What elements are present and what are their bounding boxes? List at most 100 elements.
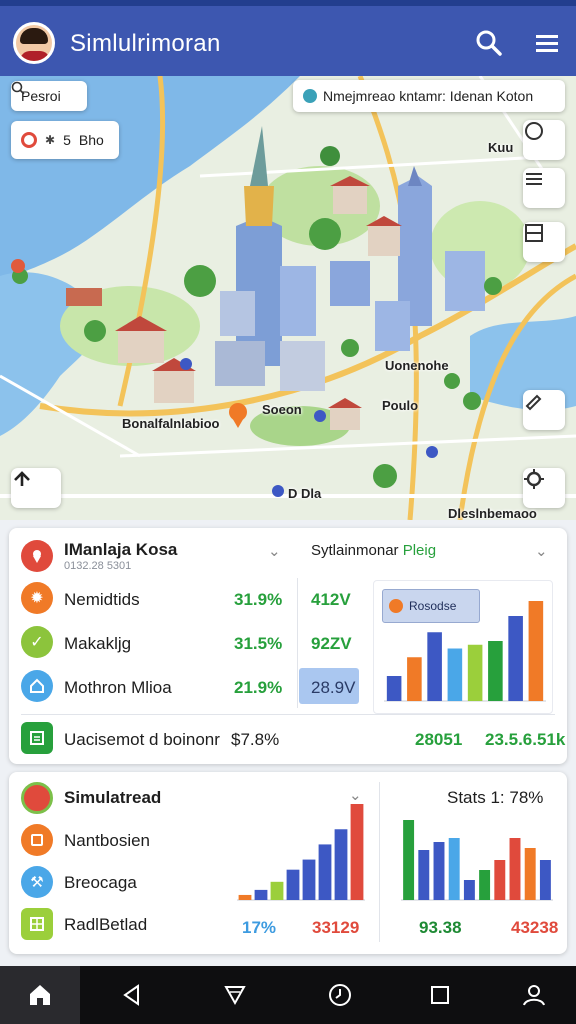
row1-val: 412V: [311, 590, 351, 609]
p2-value-3: 93.38: [419, 918, 462, 937]
search-icon[interactable]: [474, 28, 504, 58]
pencil-icon: [525, 394, 542, 411]
chart-bar: [488, 641, 503, 701]
filter-label: Bho: [78, 132, 104, 148]
nav-filter[interactable]: [195, 966, 275, 1024]
search-chip-label: Pesroi: [21, 88, 61, 104]
home-icon: [30, 985, 50, 1005]
map-draw-button[interactable]: [523, 390, 565, 430]
p2-value-2: 33129: [312, 918, 360, 937]
chart-bar: [254, 889, 268, 900]
filter-chip[interactable]: ✱ 5 Bho: [11, 121, 119, 159]
region-pin-icon: [21, 540, 53, 572]
chart-1-badge: Rosodse: [382, 589, 480, 623]
search-icon: [11, 81, 25, 95]
panel1-right-title: Sytlainmonar Pleig: [311, 542, 436, 559]
location-banner-text: Nmejmreao kntamr: Idenan Koton: [323, 88, 534, 104]
row1-pct: 31.9%: [234, 590, 283, 609]
p2-row1-label: Nantbosien: [64, 831, 151, 850]
chart-bar: [479, 870, 491, 900]
nav-history[interactable]: [300, 966, 380, 1024]
chart-1-frame: Rosodse: [373, 580, 553, 714]
search-chip[interactable]: Pesroi: [11, 81, 87, 111]
chart-bar: [427, 632, 442, 701]
nav-profile[interactable]: [494, 966, 574, 1024]
chart-bar: [539, 860, 551, 900]
nav-back[interactable]: [92, 966, 172, 1024]
filter-icon: [224, 986, 246, 1006]
panel1-title: IManlaja Kosa: [64, 540, 178, 559]
footer-pct: $7.8%: [231, 730, 280, 749]
chart-bar: [350, 804, 364, 900]
chart-bar: [286, 869, 300, 900]
chart-bar: [448, 838, 460, 900]
chart-bar: [433, 842, 445, 900]
chart-bar: [386, 676, 402, 701]
stats-label: Stats 1: 78%: [447, 788, 544, 807]
chart-1-badge-label: Rosodse: [409, 599, 457, 613]
check-shield-icon: ✓: [21, 626, 53, 658]
map-list-button[interactable]: [523, 168, 565, 208]
panel-region-summary: IManlaja Kosa 0132.28 5301 ⌄ ✹ Nemidtids…: [9, 528, 567, 764]
chart-bar: [447, 648, 463, 701]
clock-icon: [329, 984, 351, 1006]
chart-bar: [418, 850, 430, 900]
row2-val: 92ZV: [311, 634, 352, 653]
document-icon: [21, 722, 53, 754]
row2-pct: 31.5%: [234, 634, 283, 653]
legend-icon: [525, 224, 543, 242]
row3-pct: 21.9%: [234, 678, 283, 697]
map-label-east2: Poulo: [382, 398, 419, 413]
menu-icon[interactable]: [532, 28, 562, 58]
nav-recents[interactable]: [400, 966, 480, 1024]
chart-bar: [270, 881, 284, 900]
chart-bar: [508, 616, 523, 701]
panel1-right-chevron-icon[interactable]: ⌄: [535, 542, 548, 560]
chart-bar: [467, 644, 483, 701]
grid-icon: [21, 908, 53, 940]
chart-bar: [407, 657, 422, 701]
chart-bar: [509, 838, 521, 900]
map-locate-button[interactable]: [523, 468, 565, 508]
chart-bar: [318, 844, 332, 900]
panel-simulation: Simulatread ⌄ Nantbosien ⚒ Breocaga Radl…: [9, 772, 567, 954]
user-icon: [523, 985, 545, 1006]
app-header: Simlulrimoran: [0, 0, 576, 76]
map-label-corner: Kuu: [488, 140, 514, 155]
chart-bar: [238, 894, 252, 900]
footer-label: Uacisemot d boinonr: [64, 730, 220, 749]
panel1-right-title-b: Pleig: [402, 542, 437, 559]
map-home-button[interactable]: [11, 468, 61, 508]
chart-bar: [494, 860, 506, 900]
city-map[interactable]: Pesroi Nmejmreao kntamr: Idenan Koton ✱ …: [0, 76, 576, 520]
row3-val: 28.9V: [311, 678, 356, 697]
panel1-right-title-a: Sytlainmonar: [311, 542, 399, 559]
map-label-west: Bonalfalnlabioo: [122, 416, 220, 431]
panel2-title: Simulatread: [64, 788, 162, 807]
locate-icon: [524, 469, 544, 489]
chart-bar: [524, 848, 536, 900]
p2-row3-label: RadlBetlad: [64, 915, 148, 934]
chart-bar: [334, 829, 348, 900]
avatar[interactable]: [13, 22, 55, 64]
wrench-icon: ⚒: [21, 866, 53, 898]
p2-value-4: 43238: [511, 918, 559, 937]
nav-home[interactable]: [0, 966, 80, 1024]
panel1-subtitle: 0132.28 5301: [64, 560, 132, 572]
map-label-east: Uonenohe: [385, 358, 449, 373]
bar-chart-3: [401, 820, 553, 901]
up-arrow-icon: [14, 471, 30, 486]
filter-count: 5: [63, 132, 71, 148]
panel1-expand-chevron-icon[interactable]: ⌄: [268, 542, 281, 560]
chart-bar: [302, 859, 316, 900]
footer-value-1: 28051: [415, 730, 463, 749]
map-legend-button[interactable]: [523, 222, 565, 262]
p2-row2-label: Breocaga: [64, 873, 137, 892]
map-label-center: Soeon: [262, 402, 302, 417]
map-label-bottom-right: Dleslnbemaoo: [448, 506, 537, 520]
map-layer-button[interactable]: [523, 120, 565, 160]
location-banner[interactable]: Nmejmreao kntamr: Idenan Koton: [293, 80, 565, 112]
row2-label: Makakljg: [64, 634, 132, 653]
footer-value-2: 23.5.6.51k: [485, 730, 566, 749]
bar-chart-2: [237, 804, 365, 901]
